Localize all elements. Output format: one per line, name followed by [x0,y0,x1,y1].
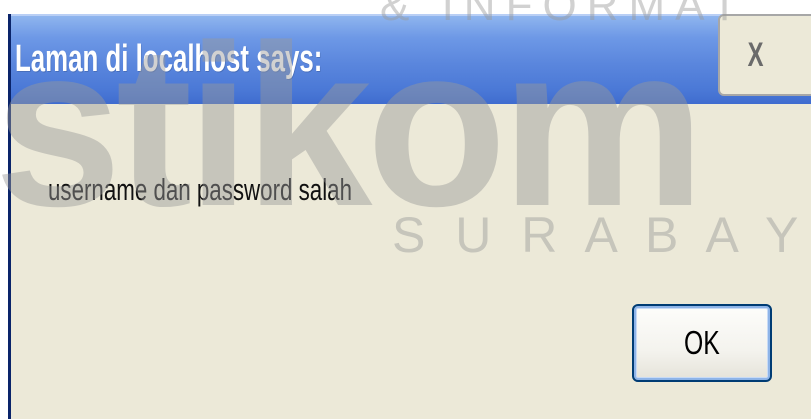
alert-dialog: Laman di localhost says: X username dan … [8,14,811,419]
ok-button[interactable]: OK [632,304,772,382]
screen: Laman di localhost says: X username dan … [0,0,811,419]
dialog-message: username dan password salah [48,172,352,207]
dialog-titlebar[interactable]: Laman di localhost says: X [11,14,811,104]
ok-button-label: OK [684,324,720,361]
dialog-title: Laman di localhost says: [15,38,323,80]
close-button[interactable]: X [718,14,811,96]
close-icon: X [747,35,764,74]
